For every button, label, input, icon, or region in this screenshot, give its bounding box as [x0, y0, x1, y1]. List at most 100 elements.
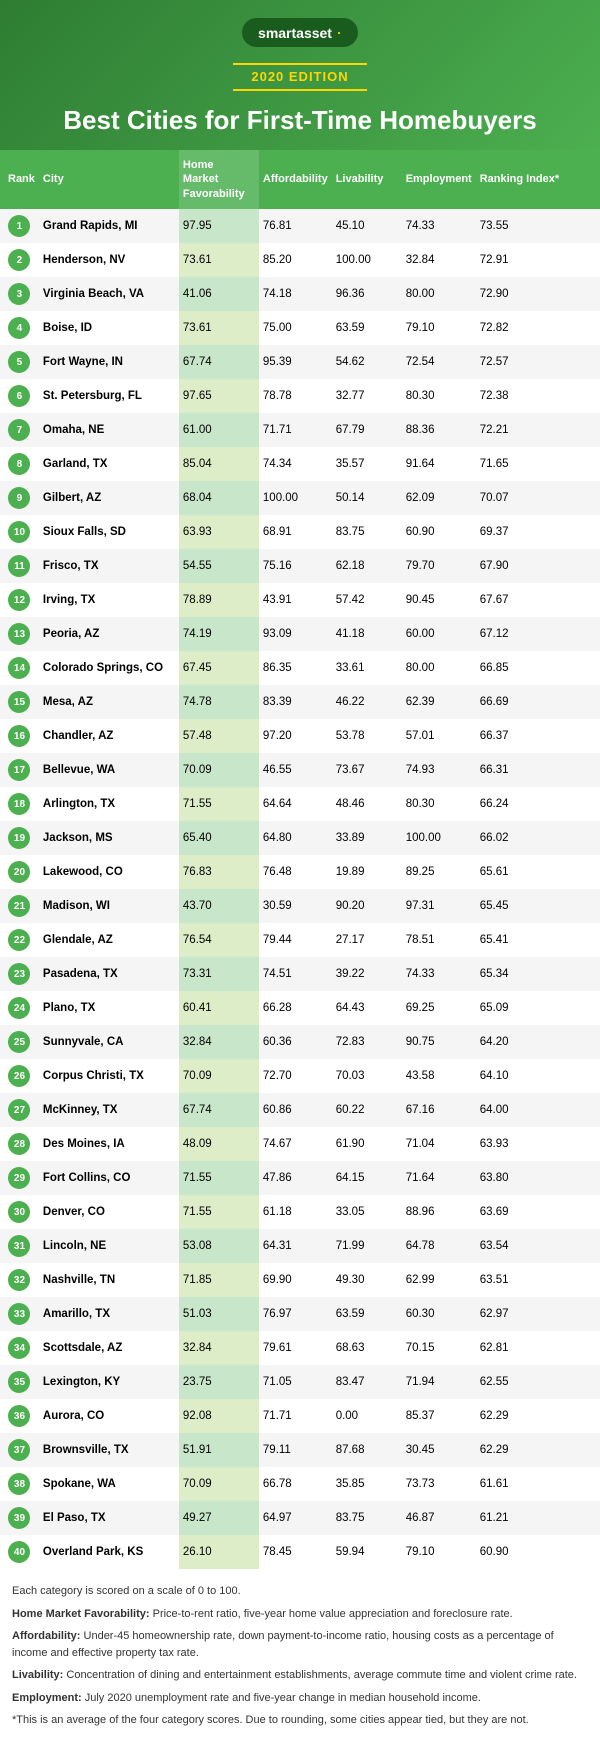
rank-badge: 5: [8, 351, 30, 373]
employment-cell: 100.00: [402, 821, 476, 855]
city-cell: Omaha, NE: [39, 413, 179, 447]
affordability-cell: 76.81: [259, 209, 332, 243]
rank-badge: 35: [8, 1371, 30, 1393]
rank-badge: 40: [8, 1541, 30, 1563]
rank-badge: 10: [8, 521, 30, 543]
table-row: 13Peoria, AZ74.1993.0941.1860.0067.12: [0, 617, 600, 651]
city-cell: Spokane, WA: [39, 1467, 179, 1501]
home_market-cell: 63.93: [179, 515, 259, 549]
city-name: McKinney, TX: [43, 1104, 118, 1116]
affordability-cell: 43.91: [259, 583, 332, 617]
rank-cell: 17: [0, 753, 39, 787]
city-cell: St. Petersburg, FL: [39, 379, 179, 413]
table-row: 25Sunnyvale, CA32.8460.3672.8390.7564.20: [0, 1025, 600, 1059]
rank-cell: 26: [0, 1059, 39, 1093]
ranking_index-cell: 62.81: [476, 1331, 600, 1365]
employment-def: Employment: July 2020 unemployment rate …: [12, 1690, 588, 1707]
rank-cell: 40: [0, 1535, 39, 1569]
table-row: 4Boise, ID73.6175.0063.5979.1072.82: [0, 311, 600, 345]
city-cell: Fort Wayne, IN: [39, 345, 179, 379]
table-row: 23Pasadena, TX73.3174.5139.2274.3365.34: [0, 957, 600, 991]
affordability-cell: 72.70: [259, 1059, 332, 1093]
ranking_index-cell: 67.90: [476, 549, 600, 583]
employment-cell: 62.39: [402, 685, 476, 719]
city-name: Lexington, KY: [43, 1376, 120, 1388]
rank-badge: 16: [8, 725, 30, 747]
table-header-row: Rank City HomeMarketFavorability Afforda…: [0, 150, 600, 209]
table-row: 7Omaha, NE61.0071.7167.7988.3672.21: [0, 413, 600, 447]
employment-cell: 60.90: [402, 515, 476, 549]
rank-badge: 4: [8, 317, 30, 339]
livability-cell: 73.67: [332, 753, 402, 787]
employment-cell: 64.78: [402, 1229, 476, 1263]
col-employment: Employment: [402, 150, 476, 209]
table-row: 5Fort Wayne, IN67.7495.3954.6272.5472.57: [0, 345, 600, 379]
table-body: 1Grand Rapids, MI97.9576.8145.1074.3373.…: [0, 209, 600, 1569]
rank-cell: 2: [0, 243, 39, 277]
livability-cell: 19.89: [332, 855, 402, 889]
table-row: 24Plano, TX60.4166.2864.4369.2565.09: [0, 991, 600, 1025]
ranking_index-cell: 62.97: [476, 1297, 600, 1331]
home_market-cell: 51.03: [179, 1297, 259, 1331]
ranking_index-cell: 61.61: [476, 1467, 600, 1501]
livability-cell: 33.61: [332, 651, 402, 685]
rank-badge: 31: [8, 1235, 30, 1257]
employment-cell: 74.33: [402, 957, 476, 991]
home_market-cell: 26.10: [179, 1535, 259, 1569]
ranking_index-cell: 73.55: [476, 209, 600, 243]
home_market-cell: 67.74: [179, 345, 259, 379]
ranking_index-cell: 66.37: [476, 719, 600, 753]
affordability-cell: 83.39: [259, 685, 332, 719]
city-cell: Garland, TX: [39, 447, 179, 481]
ranking_index-cell: 67.67: [476, 583, 600, 617]
affordability-cell: 69.90: [259, 1263, 332, 1297]
home_market-cell: 49.27: [179, 1501, 259, 1535]
ranking_index-cell: 72.82: [476, 311, 600, 345]
home_market-cell: 71.85: [179, 1263, 259, 1297]
col-rank: Rank: [0, 150, 39, 209]
ranking_index-cell: 62.29: [476, 1433, 600, 1467]
logo-text: smartasset: [258, 25, 332, 41]
ranking_index-cell: 72.90: [476, 277, 600, 311]
ranking_index-cell: 66.24: [476, 787, 600, 821]
col-affordability: Affordability: [259, 150, 332, 209]
affordability-cell: 64.80: [259, 821, 332, 855]
rank-cell: 21: [0, 889, 39, 923]
affordability-cell: 71.71: [259, 1399, 332, 1433]
rank-cell: 27: [0, 1093, 39, 1127]
employment-cell: 79.10: [402, 1535, 476, 1569]
affordability-cell: 68.91: [259, 515, 332, 549]
city-cell: Jackson, MS: [39, 821, 179, 855]
ranking_index-cell: 60.90: [476, 1535, 600, 1569]
rank-cell: 12: [0, 583, 39, 617]
employment-cell: 71.64: [402, 1161, 476, 1195]
employment-cell: 71.04: [402, 1127, 476, 1161]
livability-cell: 49.30: [332, 1263, 402, 1297]
home_market-cell: 76.83: [179, 855, 259, 889]
header: smartasset· 2020 EDITION Best Cities for…: [0, 0, 600, 150]
affordability-cell: 60.36: [259, 1025, 332, 1059]
ranking_index-cell: 64.20: [476, 1025, 600, 1059]
affordability-cell: 75.16: [259, 549, 332, 583]
city-name: Sioux Falls, SD: [43, 526, 126, 538]
employment-cell: 90.75: [402, 1025, 476, 1059]
city-name: Nashville, TN: [43, 1274, 115, 1286]
affordability-cell: 47.86: [259, 1161, 332, 1195]
city-cell: Boise, ID: [39, 311, 179, 345]
city-cell: Glendale, AZ: [39, 923, 179, 957]
livability-cell: 0.00: [332, 1399, 402, 1433]
rank-cell: 25: [0, 1025, 39, 1059]
table-row: 22Glendale, AZ76.5479.4427.1778.5165.41: [0, 923, 600, 957]
ranking_index-cell: 66.69: [476, 685, 600, 719]
rank-cell: 8: [0, 447, 39, 481]
affordability-cell: 71.05: [259, 1365, 332, 1399]
col-city: City: [39, 150, 179, 209]
rank-badge: 26: [8, 1065, 30, 1087]
table-row: 11Frisco, TX54.5575.1662.1879.7067.90: [0, 549, 600, 583]
city-cell: Fort Collins, CO: [39, 1161, 179, 1195]
ranking_index-cell: 65.34: [476, 957, 600, 991]
affordability-cell: 93.09: [259, 617, 332, 651]
affordability-cell: 74.67: [259, 1127, 332, 1161]
rank-cell: 15: [0, 685, 39, 719]
city-name: Jackson, MS: [43, 832, 113, 844]
